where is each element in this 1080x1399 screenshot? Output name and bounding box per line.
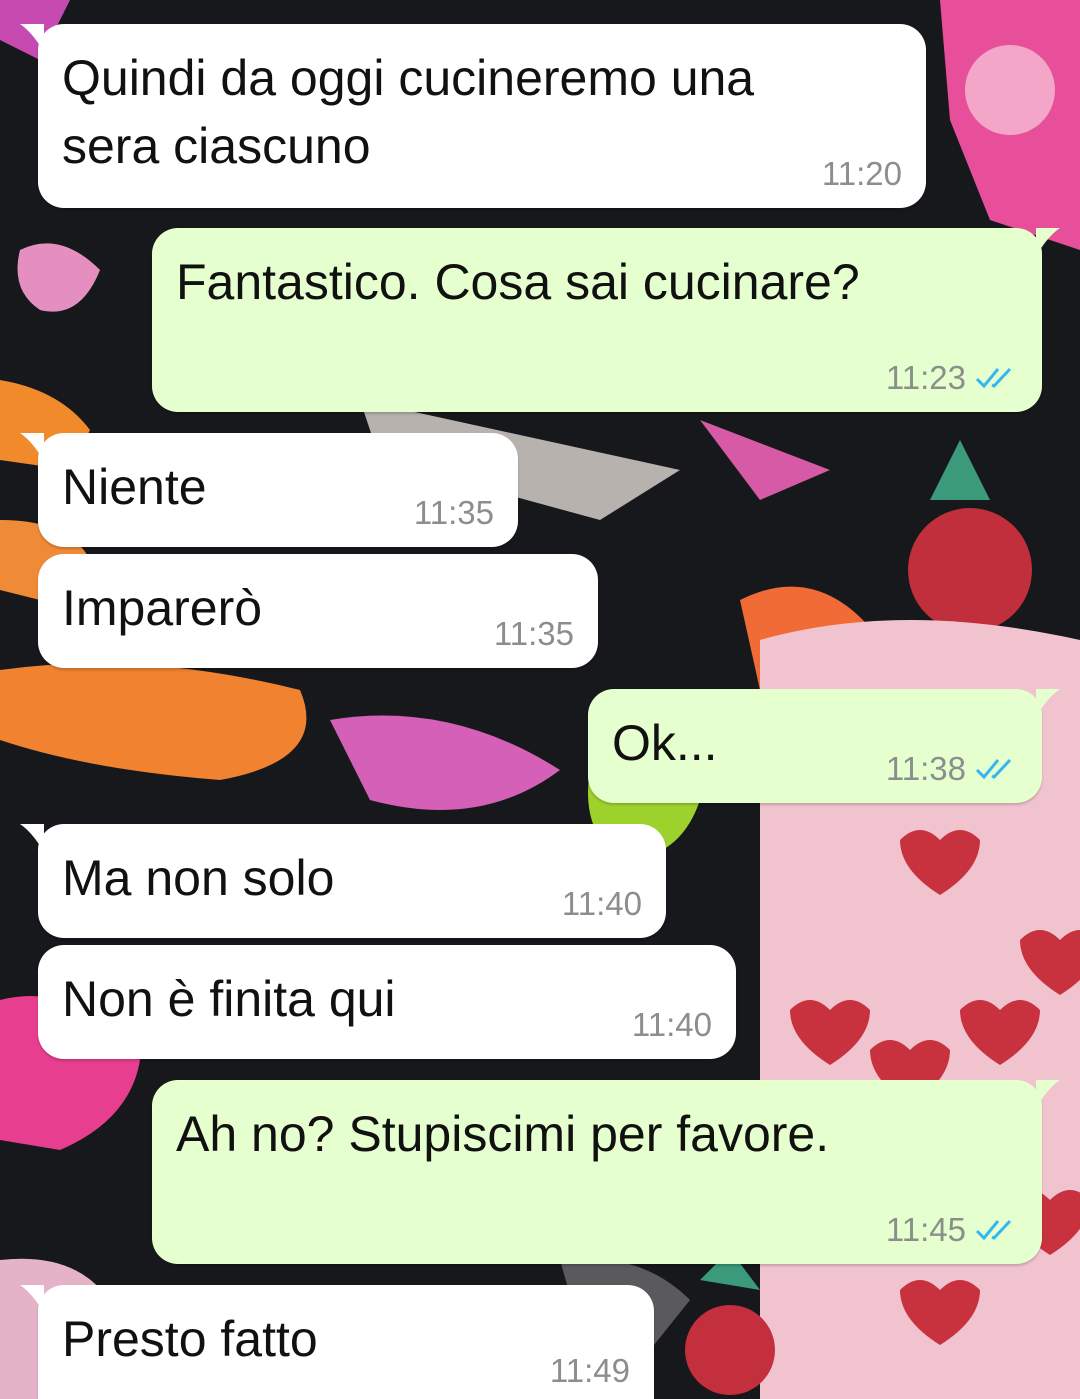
message-time: 11:35 xyxy=(493,615,574,652)
bubble-tail xyxy=(1036,689,1060,717)
bubble-tail xyxy=(20,24,44,52)
message-bubble-outgoing[interactable]: Ok... 11:38 xyxy=(588,689,1060,803)
message-text: Ah no? Stupiscimi per favore. xyxy=(176,1106,830,1162)
message-bubble-incoming[interactable]: Ma non solo 11:40 xyxy=(20,824,666,938)
message-text: Fantastico. Cosa sai cucinare? xyxy=(176,254,860,310)
message-meta: 11:45 xyxy=(886,1210,1018,1250)
message-meta: 11:23 xyxy=(886,358,1018,398)
message-bubble-incoming[interactable]: Imparerò 11:35 xyxy=(38,554,598,668)
message-meta: 11:35 xyxy=(494,614,574,654)
message-meta: 11:40 xyxy=(562,884,642,924)
message-text: Presto fatto xyxy=(62,1311,318,1367)
double-check-read-icon xyxy=(975,1219,1012,1241)
bubble-tail xyxy=(1036,1080,1060,1108)
message-bubble-incoming[interactable]: Presto fatto 11:49 xyxy=(20,1285,654,1399)
bubble-tail xyxy=(1036,228,1060,256)
message-bubble-incoming[interactable]: Quindi da oggi cucineremo una sera ciasc… xyxy=(20,24,926,208)
message-bubble-incoming[interactable]: Non è finita qui 11:40 xyxy=(38,945,736,1059)
message-meta: 11:38 xyxy=(886,749,1018,789)
message-time: 11:20 xyxy=(821,155,902,192)
message-bubble-outgoing[interactable]: Fantastico. Cosa sai cucinare? 11:23 xyxy=(152,228,1060,412)
bubble-tail xyxy=(20,1285,44,1313)
message-time: 11:40 xyxy=(561,885,642,922)
message-text: Ok... xyxy=(612,715,718,771)
message-text: Ma non solo xyxy=(62,850,335,906)
bubble-tail xyxy=(20,433,44,461)
double-check-read-icon xyxy=(975,367,1012,389)
message-time: 11:45 xyxy=(885,1211,966,1248)
message-time: 11:38 xyxy=(885,750,966,787)
message-time: 11:49 xyxy=(549,1352,630,1389)
message-meta: 11:40 xyxy=(632,1005,712,1045)
message-meta: 11:20 xyxy=(822,154,902,194)
message-time: 11:23 xyxy=(885,359,966,396)
message-text: Quindi da oggi cucineremo una sera ciasc… xyxy=(62,50,755,174)
message-time: 11:35 xyxy=(413,494,494,531)
message-time: 11:40 xyxy=(631,1006,712,1043)
message-text: Non è finita qui xyxy=(62,971,396,1027)
message-meta: 11:35 xyxy=(414,493,494,533)
message-meta: 11:49 xyxy=(550,1351,630,1391)
message-bubble-outgoing[interactable]: Ah no? Stupiscimi per favore. 11:45 xyxy=(152,1080,1060,1264)
message-text: Niente xyxy=(62,459,207,515)
double-check-read-icon xyxy=(975,758,1012,780)
message-text: Imparerò xyxy=(62,580,263,636)
message-bubble-incoming[interactable]: Niente 11:35 xyxy=(20,433,518,547)
bubble-tail xyxy=(20,824,44,852)
